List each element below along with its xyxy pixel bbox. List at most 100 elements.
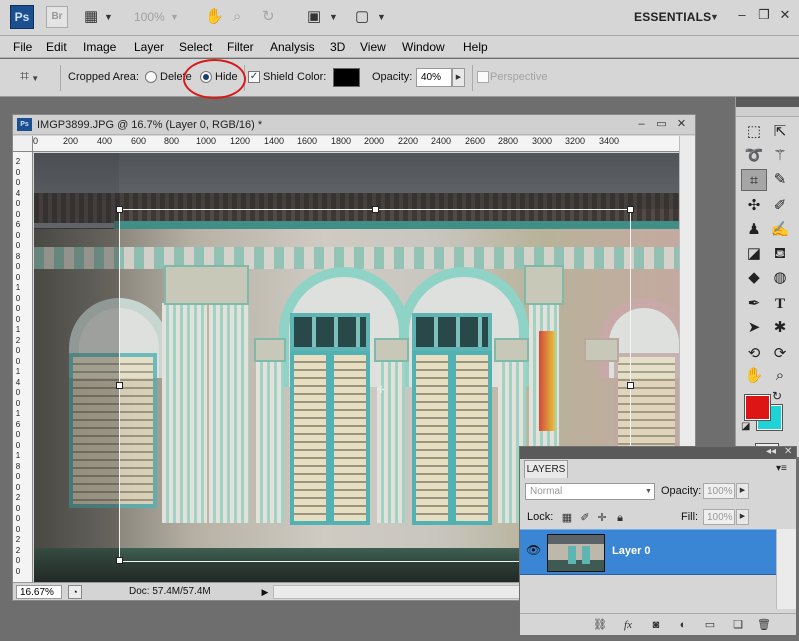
type-icon[interactable]: T <box>767 293 793 315</box>
visibility-eye-icon[interactable]: 👁︎ <box>526 543 542 559</box>
fill-arrow-icon[interactable]: ▶ <box>736 509 749 525</box>
zoom-icon[interactable]: ⌕ <box>233 8 241 26</box>
horizontal-scrollbar[interactable] <box>273 585 523 599</box>
adjustment-icon[interactable]: ◐ <box>675 618 691 632</box>
collapse-icon[interactable]: ◂◂ <box>766 446 776 457</box>
layers-scrollbar[interactable] <box>776 529 796 609</box>
shield-color-swatch[interactable] <box>333 68 360 87</box>
brush-icon[interactable]: ✐ <box>767 195 793 217</box>
zoom-input[interactable]: 16.67% <box>16 585 62 599</box>
lasso-icon[interactable]: ➰ <box>741 145 767 167</box>
opacity-input[interactable]: 40% <box>416 68 452 87</box>
screen-mode-dropdown-icon[interactable]: ▼ <box>377 8 386 26</box>
crop-icon[interactable]: ⌗ <box>741 169 767 191</box>
menu-edit[interactable]: Edit <box>46 40 67 54</box>
minimize-icon[interactable]: – <box>735 8 749 22</box>
layer-opacity-arrow-icon[interactable]: ▶ <box>736 483 749 499</box>
rotate-icon[interactable]: ↻ <box>262 8 275 26</box>
horizontal-ruler[interactable]: 0 200 400 600 800 1000 1200 1400 1600 18… <box>33 136 679 152</box>
layers-close-icon[interactable]: ✕ <box>784 446 792 457</box>
layer-thumbnail[interactable] <box>547 534 605 572</box>
menu-image[interactable]: Image <box>83 40 116 54</box>
3d-rotate-icon[interactable]: ⟲ <box>741 343 767 365</box>
crop-handle-top-right[interactable] <box>627 206 634 213</box>
zoom-dropdown-icon[interactable]: ▼ <box>170 8 179 26</box>
new-layer-icon[interactable]: ❏ <box>730 618 746 632</box>
menu-file[interactable]: File <box>13 40 32 54</box>
panel-menu-icon[interactable]: ▾≡ <box>776 463 787 474</box>
document-restore-icon[interactable]: ▭ <box>655 118 668 131</box>
document-minimize-icon[interactable]: – <box>635 118 648 131</box>
3d-orbit-icon[interactable]: ⟳ <box>767 343 793 365</box>
history-brush-icon[interactable]: ✍ <box>767 219 793 241</box>
crop-handle-top-left[interactable] <box>116 206 123 213</box>
status-info-icon[interactable]: ◔ <box>68 585 82 599</box>
eraser-icon[interactable]: ◪ <box>741 243 767 265</box>
crop-handle-bottom-left[interactable] <box>116 557 123 564</box>
trash-icon[interactable]: 🗑︎ <box>756 618 772 632</box>
close-icon[interactable]: ✕ <box>778 8 792 22</box>
layer-row[interactable]: 👁︎ Layer 0 <box>520 529 776 575</box>
mask-icon[interactable]: ◙ <box>648 618 664 632</box>
blur-icon[interactable]: ◆ <box>741 267 767 289</box>
shield-checkbox[interactable]: ✓ <box>248 71 260 83</box>
magic-wand-icon[interactable]: ⚚ <box>767 145 793 167</box>
foreground-color-swatch[interactable] <box>744 394 771 421</box>
blend-mode-select[interactable]: Normal ▼ <box>525 483 655 500</box>
ruler-origin[interactable] <box>13 136 33 152</box>
menu-analysis[interactable]: Analysis <box>270 40 315 54</box>
shape-icon[interactable]: ✱ <box>767 317 793 339</box>
menu-3d[interactable]: 3D <box>330 40 345 54</box>
tab-layers[interactable]: LAYERS <box>524 460 568 478</box>
path-select-icon[interactable]: ➤ <box>741 317 767 339</box>
layer-opacity-input[interactable]: 100% <box>703 483 735 499</box>
lock-all-icon[interactable]: 🔒︎ <box>613 511 627 525</box>
arrange-dropdown-icon[interactable]: ▼ <box>329 8 338 26</box>
crop-handle-top[interactable] <box>372 206 379 213</box>
screen-mode-icon[interactable]: ▢ <box>355 8 369 26</box>
delete-radio[interactable] <box>145 71 157 83</box>
marquee-icon[interactable]: ⬚ <box>741 121 767 143</box>
tools-panel-grip[interactable] <box>736 107 799 117</box>
zoom-icon[interactable]: ⌕ <box>767 365 793 387</box>
layers-panel-header[interactable]: ◂◂ ✕ <box>520 446 796 459</box>
menu-help[interactable]: Help <box>463 40 488 54</box>
layer-name[interactable]: Layer 0 <box>612 545 651 557</box>
healing-icon[interactable]: ✣ <box>741 195 767 217</box>
clone-stamp-icon[interactable]: ♟ <box>741 219 767 241</box>
lock-pixels-icon[interactable]: ✐ <box>578 511 592 525</box>
lock-position-icon[interactable]: ✛ <box>595 511 609 525</box>
workspace-switcher[interactable]: ESSENTIALS <box>634 10 711 24</box>
arrange-icon[interactable]: ▣ <box>307 8 321 26</box>
hand-icon[interactable]: ✋ <box>205 8 224 26</box>
menu-layer[interactable]: Layer <box>134 40 164 54</box>
crop-icon[interactable]: ⌗ ▼ <box>20 66 48 88</box>
layout-icon[interactable]: ▦ <box>84 8 98 26</box>
swap-colors-icon[interactable]: ↻ <box>772 389 782 403</box>
fill-input[interactable]: 100% <box>703 509 735 525</box>
workspace-dropdown-icon[interactable]: ▼ <box>710 8 719 26</box>
vertical-ruler[interactable]: 2004006008001000120014001600180020002200 <box>13 152 33 582</box>
restore-icon[interactable]: ❐ <box>757 8 771 22</box>
group-icon[interactable]: ▭ <box>702 618 718 632</box>
paint-bucket-icon[interactable]: ⛾ <box>767 243 793 265</box>
status-menu-arrow-icon[interactable]: ▶ <box>259 585 271 599</box>
menu-filter[interactable]: Filter <box>227 40 254 54</box>
perspective-checkbox[interactable] <box>477 71 489 83</box>
pen-icon[interactable]: ✒ <box>741 293 767 315</box>
crop-center-icon[interactable]: ✛ <box>376 386 386 396</box>
lock-transparency-icon[interactable]: ▦ <box>560 511 574 525</box>
menu-view[interactable]: View <box>360 40 386 54</box>
move-icon[interactable]: ⇱ <box>767 121 793 143</box>
document-close-icon[interactable]: ✕ <box>675 118 688 131</box>
layout-dropdown-icon[interactable]: ▼ <box>104 8 113 26</box>
link-icon[interactable]: ⛓ <box>592 618 608 632</box>
menu-window[interactable]: Window <box>402 40 445 54</box>
tools-panel-header[interactable] <box>736 97 799 107</box>
default-colors-icon[interactable]: ◪ <box>741 421 750 432</box>
menu-select[interactable]: Select <box>179 40 212 54</box>
dodge-icon[interactable]: ◍ <box>767 267 793 289</box>
document-title-bar[interactable]: Ps IMGP3899.JPG @ 16.7% (Layer 0, RGB/16… <box>13 115 695 135</box>
zoom-level[interactable]: 100% <box>134 10 165 24</box>
fx-icon[interactable]: fx <box>620 618 636 632</box>
